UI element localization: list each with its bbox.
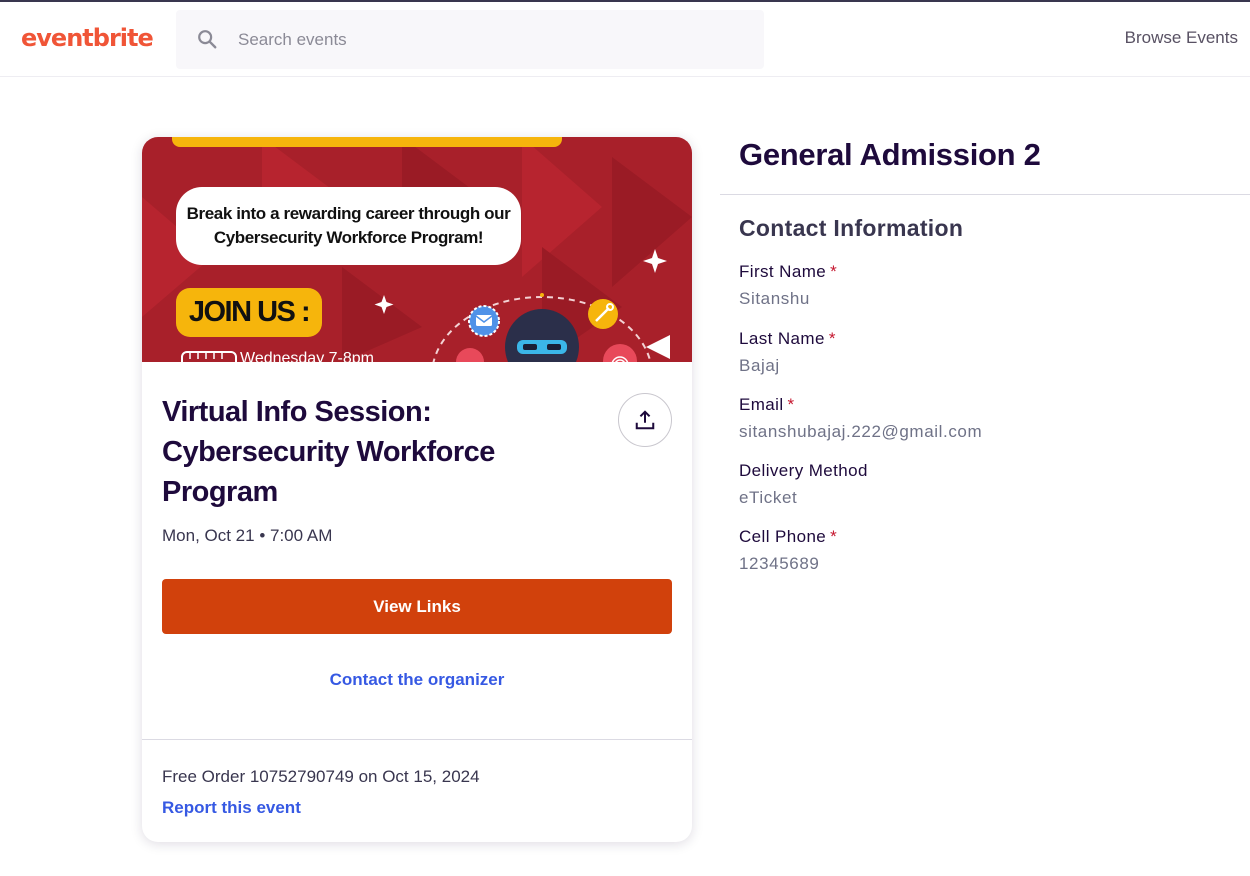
contact-organizer-link[interactable]: Contact the organizer <box>142 670 692 690</box>
browse-events-link[interactable]: Browse Events <box>1125 28 1238 48</box>
search-bar[interactable] <box>176 10 764 69</box>
required-marker: * <box>828 329 836 348</box>
share-icon <box>635 410 655 430</box>
required-marker: * <box>830 527 838 546</box>
field-label: Last Name * <box>739 329 836 348</box>
eventbrite-logo[interactable]: eventbrite <box>21 24 154 52</box>
event-date: Mon, Oct 21 • 7:00 AM <box>162 526 333 545</box>
first-name-field: First Name * Sitanshu <box>739 261 1219 310</box>
event-card: Break into a rewarding career through ou… <box>142 137 692 842</box>
card-divider <box>142 739 692 740</box>
calendar-icon <box>181 351 237 362</box>
banner-tagline: Break into a rewarding career through ou… <box>176 187 521 265</box>
ticket-title: General Admission 2 <box>739 137 1041 172</box>
key-icon <box>588 299 618 329</box>
field-label: First Name * <box>739 262 838 281</box>
banner-date-text: Wednesday 7-8pm <box>240 350 374 362</box>
cell-phone-value: 12345689 <box>739 554 820 573</box>
contact-info-heading: Contact Information <box>739 215 964 241</box>
banner-join-badge: JOIN US : <box>176 288 322 337</box>
share-button[interactable] <box>618 393 672 447</box>
search-input[interactable] <box>238 10 738 69</box>
cell-phone-field: Cell Phone * 12345689 <box>739 526 1219 575</box>
delivery-method-field: Delivery Method eTicket <box>739 460 1219 509</box>
delivery-method-value: eTicket <box>739 488 798 507</box>
required-marker: * <box>830 262 838 281</box>
envelope-icon <box>468 305 500 337</box>
email-field: Email * sitanshubajaj.222@gmail.com <box>739 394 1219 443</box>
required-marker: * <box>787 395 795 414</box>
last-name-value: Bajaj <box>739 356 780 375</box>
event-banner: Break into a rewarding career through ou… <box>142 137 692 362</box>
view-links-button[interactable]: View Links <box>162 579 672 634</box>
event-title: Virtual Info Session: Cybersecurity Work… <box>162 396 495 508</box>
field-label: Cell Phone * <box>739 527 838 546</box>
order-summary: Free Order 10752790749 on Oct 15, 2024 <box>162 767 480 786</box>
email-value: sitanshubajaj.222@gmail.com <box>739 422 983 441</box>
field-label: Delivery Method <box>739 461 868 480</box>
field-label: Email * <box>739 395 795 414</box>
report-event-link[interactable]: Report this event <box>162 798 301 818</box>
search-icon <box>198 30 217 49</box>
first-name-value: Sitanshu <box>739 289 810 308</box>
fingerprint-icon <box>603 344 637 362</box>
ticket-divider <box>720 194 1250 195</box>
last-name-field: Last Name * Bajaj <box>739 328 1219 377</box>
site-header: eventbrite Browse Events <box>0 2 1250 77</box>
